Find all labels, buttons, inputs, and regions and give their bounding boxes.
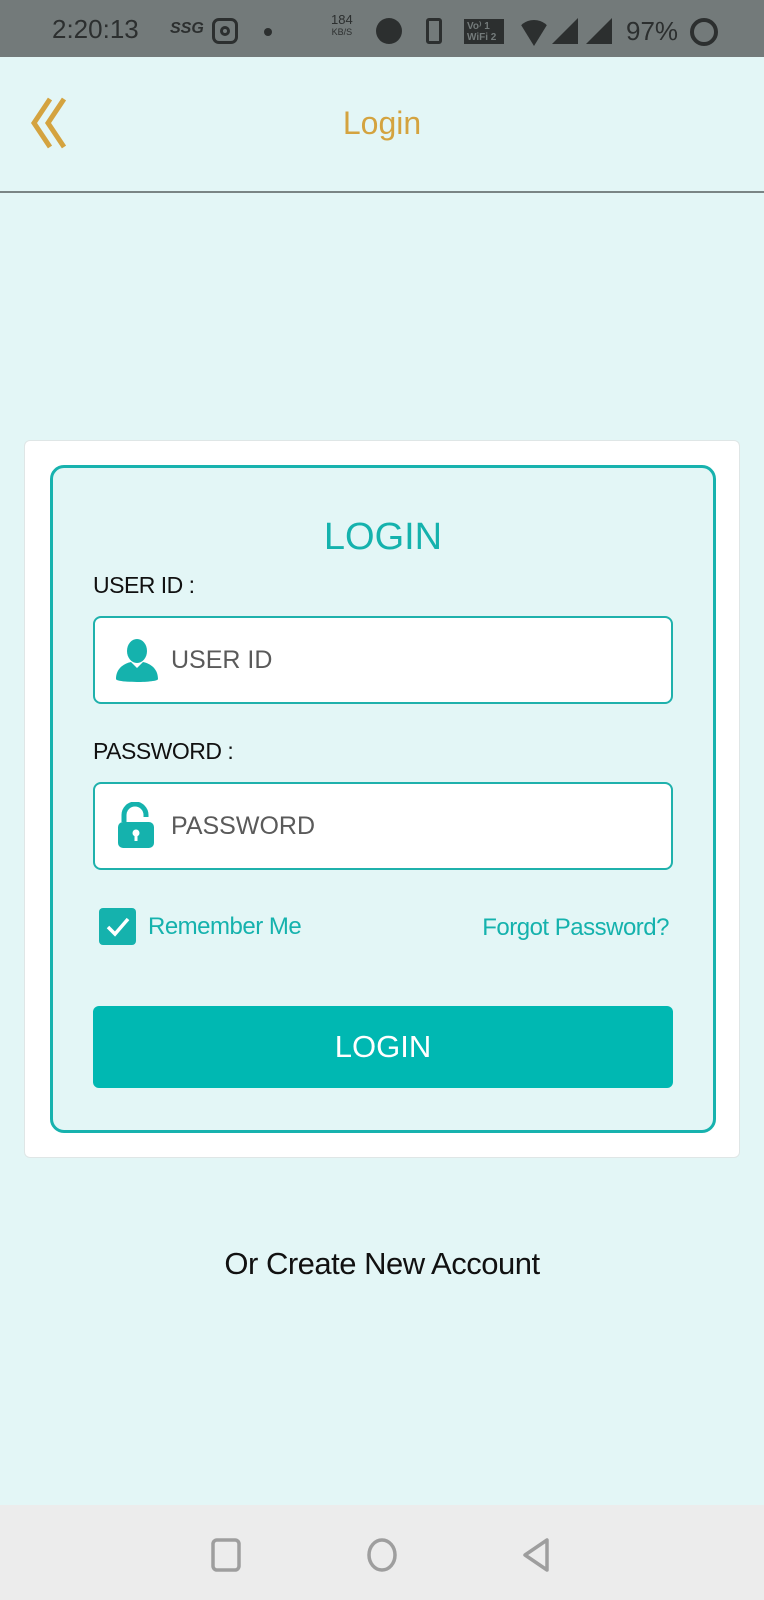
network-speed-value: 184: [331, 12, 353, 27]
status-bar: 2:20:13 SSG 184 KB/S Vo⁾ 1 WiFi 2 97%: [0, 0, 764, 57]
network-speed-unit: KB/S: [331, 27, 353, 37]
recents-button[interactable]: [206, 1535, 246, 1575]
login-card: LOGIN USER ID : PASSWORD :: [24, 440, 740, 1158]
user-id-label: USER ID :: [93, 572, 195, 598]
login-heading: LOGIN: [323, 516, 443, 558]
instagram-notification-icon: [212, 18, 238, 44]
vibrate-phone-icon: [426, 18, 442, 44]
more-notifications-dot-icon: [264, 28, 272, 36]
battery-icon: [690, 18, 718, 46]
password-input[interactable]: [171, 811, 671, 841]
back-triangle-icon: [523, 1538, 549, 1572]
ssg-notification-icon: SSG: [170, 20, 204, 37]
signal-sim2-icon: [586, 18, 612, 44]
back-nav-button[interactable]: [516, 1535, 556, 1575]
page-title: Login: [342, 105, 422, 141]
login-form: LOGIN USER ID : PASSWORD :: [50, 465, 716, 1133]
network-speed: 184 KB/S: [331, 12, 353, 38]
unlock-icon: [113, 802, 161, 850]
forgot-password-link[interactable]: Forgot Password?: [482, 914, 669, 942]
password-label: PASSWORD :: [93, 738, 234, 764]
user-id-input[interactable]: [171, 645, 671, 675]
create-account-link[interactable]: Or Create New Account: [0, 1246, 764, 1282]
recents-icon: [211, 1538, 241, 1572]
battery-percentage: 97%: [626, 16, 679, 46]
wifi-icon: [518, 20, 550, 46]
user-id-field[interactable]: [93, 616, 673, 704]
login-button[interactable]: LOGIN: [93, 1006, 673, 1088]
system-nav-bar: [0, 1505, 764, 1600]
checkbox-checked-icon[interactable]: [99, 908, 136, 945]
signal-sim1-icon: [552, 18, 578, 44]
remember-me-label: Remember Me: [148, 912, 302, 940]
wifi-label: WiFi 2: [467, 32, 497, 43]
user-icon: [113, 636, 161, 684]
status-time: 2:20:13: [52, 14, 139, 44]
home-icon: [367, 1538, 397, 1572]
home-button[interactable]: [362, 1535, 402, 1575]
volte-label: Vo⁾ 1: [467, 21, 490, 32]
app-bar: Login: [0, 57, 764, 193]
volte-wifi-icon: Vo⁾ 1 WiFi 2: [464, 19, 504, 44]
alarm-icon: [376, 18, 402, 44]
remember-me-checkbox[interactable]: Remember Me: [99, 908, 302, 945]
password-field[interactable]: [93, 782, 673, 870]
